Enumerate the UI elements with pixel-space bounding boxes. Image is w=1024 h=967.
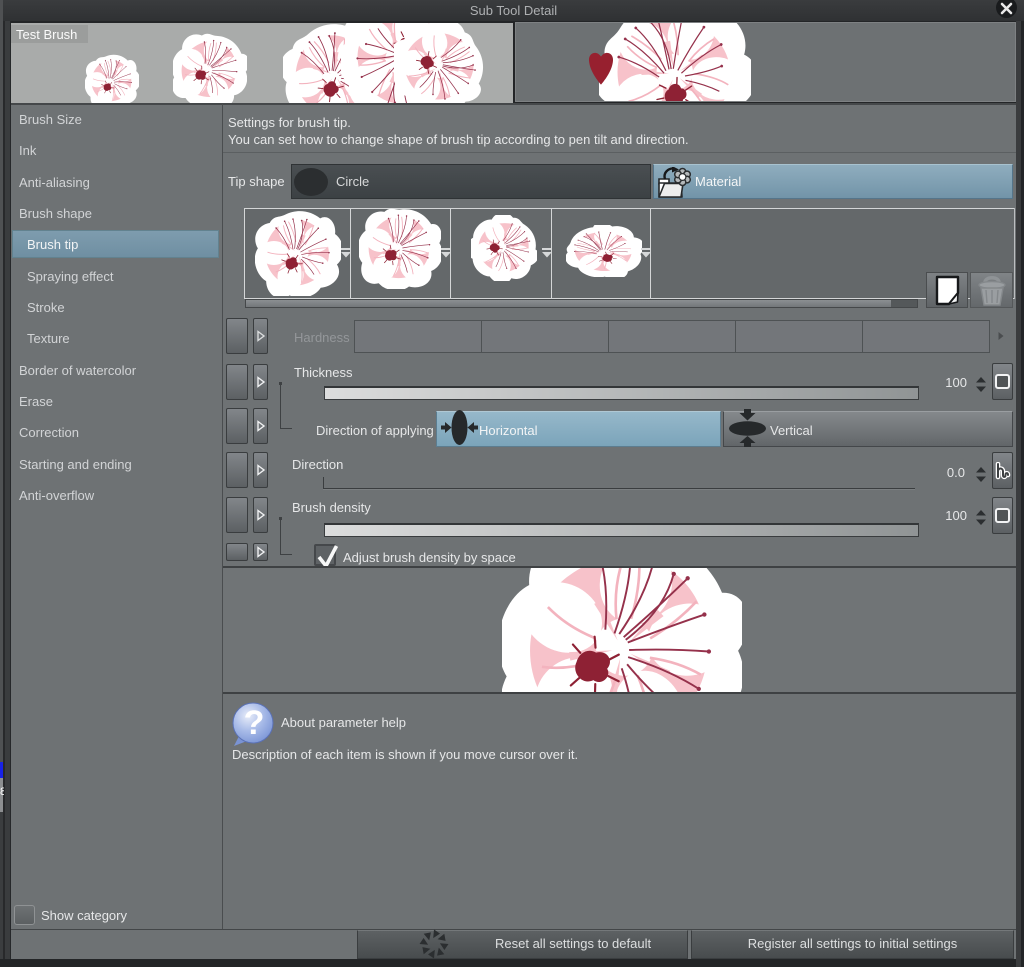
svg-text:?: ? — [244, 704, 265, 742]
